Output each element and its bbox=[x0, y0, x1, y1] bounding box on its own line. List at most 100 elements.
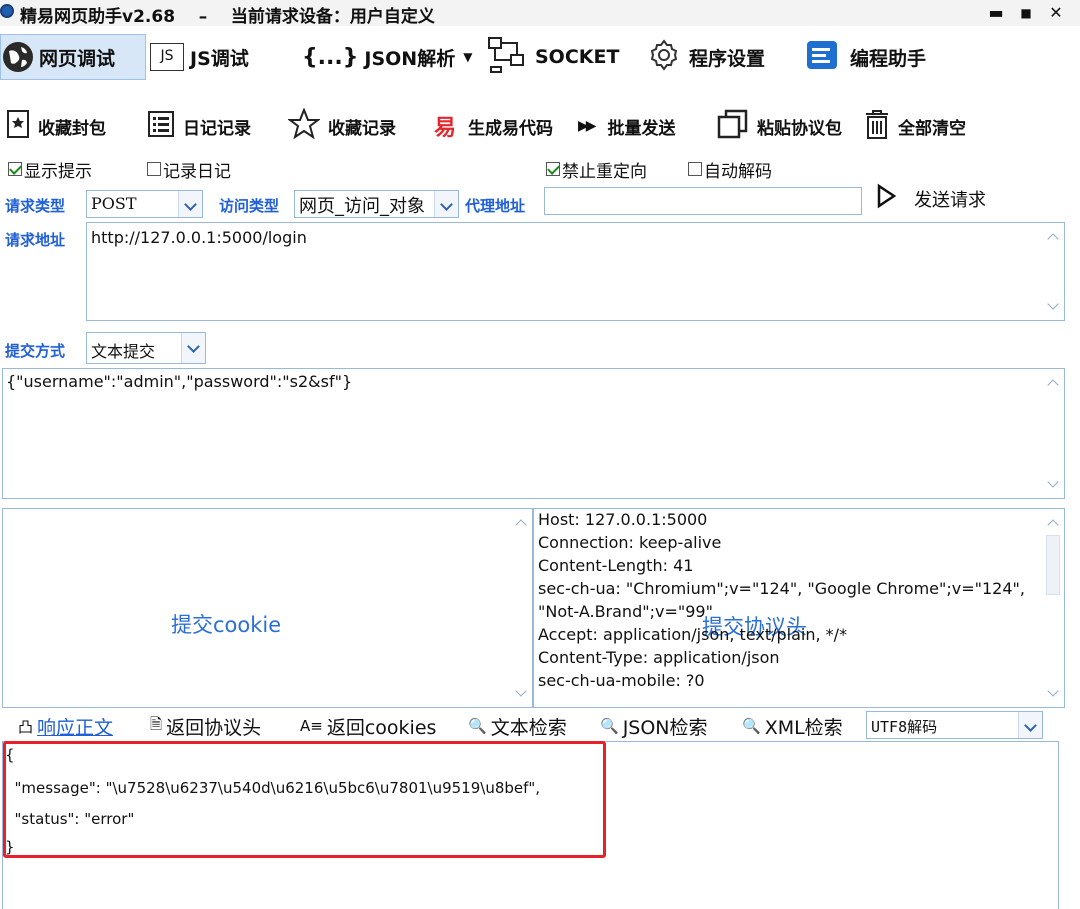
no-redirect-checkbox[interactable]: 禁止重定向 bbox=[546, 158, 647, 182]
response-icon: 凸 bbox=[18, 717, 34, 736]
cookies-icon: A≡ bbox=[300, 717, 323, 735]
header-line: sec-ch-ua: "Chromium";v="124", "Google C… bbox=[538, 579, 1025, 598]
toolbar-label: 全部清空 bbox=[898, 118, 966, 139]
show-tips-checkbox[interactable]: 显示提示 bbox=[8, 158, 92, 182]
cookie-textarea[interactable]: 提交cookie bbox=[2, 508, 533, 708]
scrollbar[interactable] bbox=[1044, 369, 1064, 498]
fast-forward-icon: ▶▶ bbox=[578, 118, 596, 134]
submit-method-value: 文本提交 bbox=[91, 342, 156, 361]
trash-icon bbox=[864, 108, 890, 145]
paste-packet-button[interactable]: 粘贴协议包 bbox=[717, 108, 842, 144]
braces-icon: {...} bbox=[302, 44, 359, 70]
tab-label: SOCKET bbox=[535, 46, 620, 68]
checkbox-box bbox=[147, 162, 161, 176]
tab-label: 文本检索 bbox=[490, 716, 567, 739]
decode-value: UTF8解码 bbox=[871, 718, 938, 736]
url-textarea[interactable]: http://127.0.0.1:5000/login bbox=[86, 222, 1065, 321]
checkbox-box bbox=[546, 162, 560, 176]
search-icon: 🔍 bbox=[468, 717, 487, 735]
tab-response-cookies[interactable]: A≡ 返回cookies bbox=[300, 712, 436, 740]
request-body-value: {"username":"admin","password":"s2&sf"} bbox=[6, 372, 353, 391]
tab-settings[interactable]: 程序设置 bbox=[647, 34, 765, 80]
tab-programming-assistant[interactable]: 编程助手 bbox=[806, 34, 926, 80]
search-icon: 🔍 bbox=[742, 717, 761, 735]
close-button[interactable]: ✕ bbox=[1043, 1, 1069, 25]
toolbar-label: 收藏记录 bbox=[328, 118, 396, 139]
tab-response-body[interactable]: 凸 响应正文 bbox=[18, 712, 113, 740]
toolbar-label: 收藏封包 bbox=[38, 118, 106, 139]
toolbar-label: 日记记录 bbox=[183, 118, 251, 139]
tab-web-debug[interactable]: 网页调试 bbox=[0, 34, 146, 80]
header-line: Connection: keep-alive bbox=[538, 533, 722, 552]
tab-label: 编程助手 bbox=[850, 47, 927, 70]
tab-label: 网页调试 bbox=[39, 47, 116, 70]
tab-json-search[interactable]: 🔍 JSON检索 bbox=[600, 712, 708, 740]
document-icon: 🗎 bbox=[150, 714, 163, 733]
tab-json-parse[interactable]: {...} JSON解析 ▼ bbox=[302, 34, 472, 80]
record-log-checkbox[interactable]: 记录日记 bbox=[147, 158, 231, 182]
tab-text-search[interactable]: 🔍 文本检索 bbox=[468, 712, 567, 740]
submit-method-select[interactable]: 文本提交 bbox=[86, 332, 206, 364]
access-type-select[interactable]: 网页_访问_对象 bbox=[294, 190, 459, 218]
window-title: 精易网页助手v2.68 – 当前请求设备：用户自定义 bbox=[20, 7, 435, 27]
tab-label: JS调试 bbox=[190, 47, 249, 70]
request-body-textarea[interactable]: {"username":"admin","password":"s2&sf"} bbox=[2, 368, 1065, 499]
maximize-button[interactable]: ■ bbox=[1013, 1, 1039, 25]
bookmark-icon bbox=[6, 109, 30, 144]
tab-label: JSON解析 bbox=[364, 47, 456, 70]
highlight-box bbox=[3, 741, 606, 858]
decode-select[interactable]: UTF8解码 bbox=[866, 711, 1043, 739]
header-line: sec-ch-ua-mobile: ?0 bbox=[538, 671, 705, 690]
auto-decode-checkbox[interactable]: 自动解码 bbox=[688, 158, 772, 182]
header-line: Host: 127.0.0.1:5000 bbox=[538, 510, 708, 529]
chevron-down-icon[interactable] bbox=[181, 333, 205, 363]
tab-label: 程序设置 bbox=[689, 47, 766, 70]
toolbar-label: 粘贴协议包 bbox=[757, 118, 842, 139]
easy-code-icon: 易 bbox=[434, 116, 457, 141]
headers-textarea[interactable]: 提交协议头 Host: 127.0.0.1:5000 Connection: k… bbox=[533, 508, 1065, 708]
save-packet-button[interactable]: 收藏封包 bbox=[6, 108, 106, 144]
list-icon bbox=[147, 110, 175, 143]
favorites-button[interactable]: 收藏记录 bbox=[287, 106, 396, 145]
header-line: Content-Length: 41 bbox=[538, 556, 694, 575]
toolbar-label: 批量发送 bbox=[607, 118, 676, 139]
request-type-value: POST bbox=[91, 194, 137, 213]
request-type-label: 请求类型 bbox=[5, 197, 66, 215]
tab-response-headers[interactable]: 🗎 返回协议头 bbox=[150, 712, 261, 740]
checkbox-label: 显示提示 bbox=[24, 161, 92, 182]
access-type-label: 访问类型 bbox=[219, 197, 280, 215]
send-request-button[interactable]: 发送请求 bbox=[876, 183, 986, 214]
tab-socket[interactable]: SOCKET bbox=[487, 34, 619, 80]
star-icon bbox=[287, 106, 321, 145]
tab-label: 返回cookies bbox=[326, 716, 437, 739]
assistant-icon bbox=[806, 39, 838, 76]
search-icon: 🔍 bbox=[600, 717, 619, 735]
cookie-placeholder: 提交cookie bbox=[171, 613, 282, 637]
network-icon bbox=[487, 35, 527, 80]
tab-xml-search[interactable]: 🔍 XML检索 bbox=[742, 712, 843, 740]
url-value: http://127.0.0.1:5000/login bbox=[91, 228, 307, 247]
chevron-down-icon[interactable] bbox=[1018, 712, 1042, 738]
log-record-button[interactable]: 日记记录 bbox=[147, 108, 251, 144]
chevron-down-icon[interactable] bbox=[434, 191, 458, 217]
proxy-input[interactable] bbox=[544, 187, 862, 215]
generate-code-button[interactable]: 易 生成易代码 bbox=[434, 108, 553, 144]
clear-all-button[interactable]: 全部清空 bbox=[864, 108, 966, 144]
scrollbar[interactable] bbox=[1044, 223, 1064, 320]
chevron-down-icon[interactable] bbox=[178, 191, 202, 217]
chevron-down-icon[interactable]: ▼ bbox=[463, 50, 472, 64]
gear-icon bbox=[647, 38, 681, 77]
scrollbar[interactable] bbox=[1044, 509, 1064, 707]
checkbox-label: 记录日记 bbox=[163, 161, 231, 182]
minimize-button[interactable]: ▬ bbox=[983, 1, 1009, 25]
send-request-label: 发送请求 bbox=[914, 189, 986, 211]
header-line: "Not-A.Brand";v="99" bbox=[538, 602, 713, 621]
request-type-select[interactable]: POST bbox=[86, 190, 203, 218]
scrollbar[interactable] bbox=[512, 509, 532, 707]
checkbox-label: 禁止重定向 bbox=[562, 161, 647, 182]
tab-js-debug[interactable]: JS JS调试 bbox=[150, 34, 249, 80]
tab-label: 返回协议头 bbox=[166, 716, 262, 739]
batch-send-button[interactable]: ▶▶ 批量发送 bbox=[578, 108, 676, 144]
checkbox-label: 自动解码 bbox=[704, 161, 772, 182]
tab-label: XML检索 bbox=[764, 716, 843, 739]
